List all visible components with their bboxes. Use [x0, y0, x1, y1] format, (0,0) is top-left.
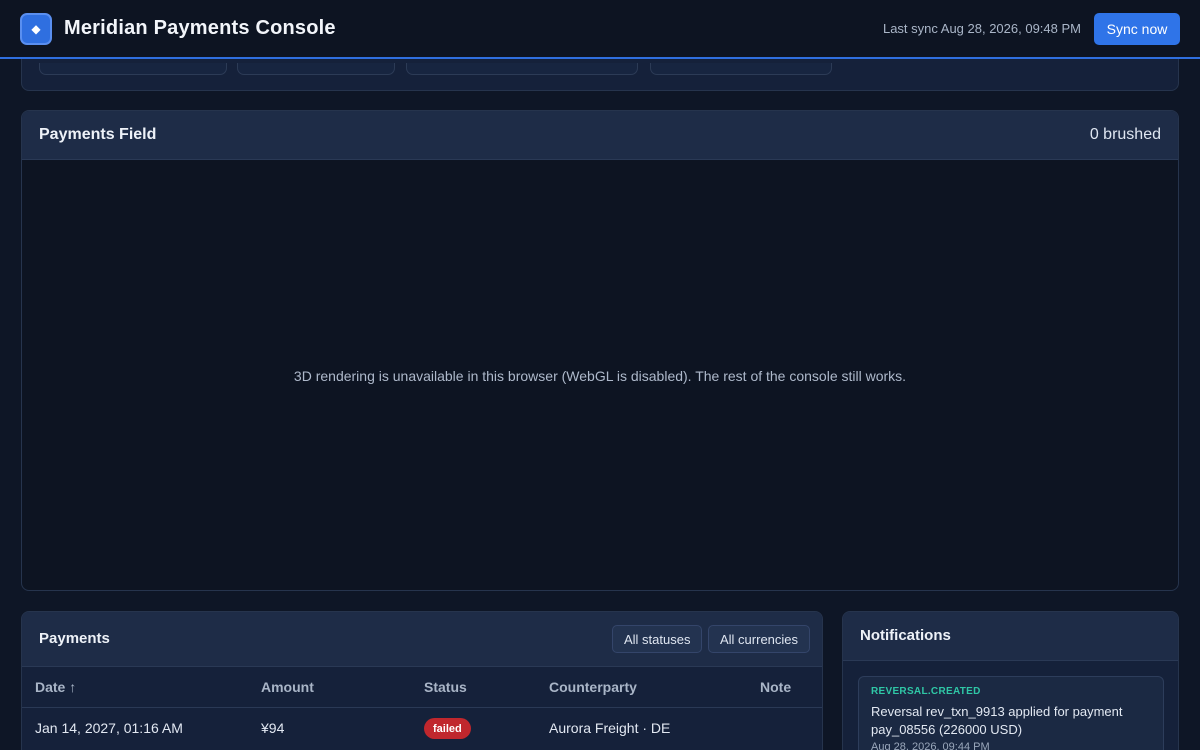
sync-now-button[interactable]: Sync now [1094, 13, 1180, 45]
notification-message: Reversal rev_txn_9913 applied for paymen… [871, 704, 1123, 737]
payments-field-header: Payments Field 0 brushed [22, 111, 1178, 160]
notifications-panel: Notifications REVERSAL.CREATED Reversal … [842, 611, 1179, 750]
summary-chip[interactable] [237, 63, 395, 75]
cell-amount: ¥94 [261, 720, 285, 736]
notification-item[interactable]: REVERSAL.CREATED Reversal rev_txn_9913 a… [858, 676, 1164, 750]
cell-date: Jan 14, 2027, 01:16 AM [35, 720, 183, 736]
summary-chip[interactable] [406, 63, 638, 75]
last-sync-label: Last sync Aug 28, 2026, 09:48 PM [882, 21, 1081, 36]
brushed-count: 0 brushed [1089, 126, 1161, 143]
table-header: Date ↑ Amount Status Counterparty Note [22, 667, 822, 708]
status-badge: failed [424, 718, 471, 739]
cell-counterparty: Aurora Freight · DE [549, 720, 671, 736]
summary-chip[interactable] [650, 63, 832, 75]
table-row[interactable]: Jan 14, 2027, 01:16 AM ¥94 failed Aurora… [22, 709, 822, 749]
payments-field-panel: Payments Field 0 brushed 3D rendering is… [21, 110, 1179, 591]
diamond-icon: ◆ [20, 13, 52, 45]
currency-filter-button[interactable]: All currencies [708, 625, 811, 653]
notification-time: Aug 28, 2026, 09:44 PM [871, 741, 990, 750]
notification-type: REVERSAL.CREATED [871, 686, 981, 697]
payments-field-title: Payments Field [39, 126, 157, 143]
column-note[interactable]: Note [760, 679, 791, 695]
payments-title: Payments [39, 630, 110, 647]
app-title: Meridian Payments Console [64, 17, 336, 39]
webgl-unavailable-message: 3D rendering is unavailable in this brow… [293, 368, 907, 384]
payments-panel: Payments All statuses All currencies Dat… [21, 611, 823, 750]
column-status[interactable]: Status [424, 679, 467, 695]
payments-header: Payments All statuses All currencies [22, 612, 822, 667]
summary-chip[interactable] [39, 63, 227, 75]
notifications-header: Notifications [843, 612, 1178, 661]
column-date[interactable]: Date ↑ [35, 679, 76, 695]
status-filter-button[interactable]: All statuses [612, 625, 703, 653]
app-header: ◆ Meridian Payments Console Last sync Au… [0, 0, 1200, 59]
column-counterparty[interactable]: Counterparty [549, 679, 637, 695]
column-amount[interactable]: Amount [261, 679, 314, 695]
notifications-title: Notifications [860, 627, 951, 644]
